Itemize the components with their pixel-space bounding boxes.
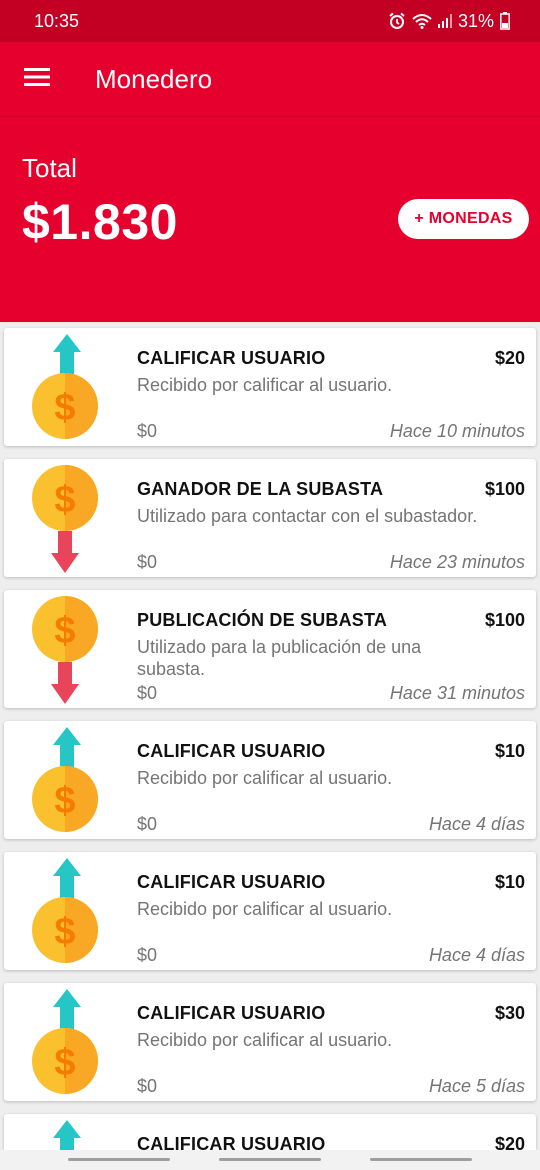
menu-button[interactable] xyxy=(0,42,74,116)
transaction-amount: $10 xyxy=(494,872,525,892)
system-navigation-bar xyxy=(0,1150,540,1170)
coin-arrow-up-icon: $ xyxy=(28,334,106,442)
transaction-time: Hace 23 minutos xyxy=(389,552,525,572)
battery-icon xyxy=(500,12,510,30)
svg-text:$: $ xyxy=(54,911,75,953)
transaction-card[interactable]: $ GANADOR DE LA SUBASTA $100 Utilizado p… xyxy=(4,459,536,577)
transaction-balance: $0 xyxy=(137,1076,158,1096)
transaction-time: Hace 4 días xyxy=(428,814,525,834)
transaction-amount: $20 xyxy=(494,348,525,368)
svg-text:$: $ xyxy=(54,387,75,429)
svg-text:$: $ xyxy=(54,479,75,521)
transaction-card[interactable]: $ CALIFICAR USUARIO $20 Recibido por cal… xyxy=(4,328,536,446)
svg-text:$: $ xyxy=(54,780,75,822)
transaction-title: PUBLICACIÓN DE SUBASTA xyxy=(137,610,388,630)
status-bar: 10:35 31% xyxy=(0,0,540,42)
transaction-title: CALIFICAR USUARIO xyxy=(137,1134,326,1150)
coin-arrow-up-icon: $ xyxy=(28,989,106,1097)
transaction-balance: $0 xyxy=(137,421,158,441)
transaction-description: Recibido por calificar al usuario. xyxy=(137,899,393,919)
transaction-card[interactable]: $ CALIFICAR USUARIO $10 Recibido por cal… xyxy=(4,721,536,839)
total-amount: $1.830 xyxy=(22,194,178,250)
status-icons: 31% xyxy=(388,11,510,32)
nav-recents-handle[interactable] xyxy=(68,1158,170,1161)
transaction-card[interactable]: CALIFICAR USUARIO $20 xyxy=(4,1114,536,1150)
transaction-card[interactable]: $ CALIFICAR USUARIO $30 Recibido por cal… xyxy=(4,983,536,1101)
svg-text:$: $ xyxy=(54,1042,75,1084)
coin-arrow-up-icon: $ xyxy=(28,727,106,835)
transaction-time: Hace 31 minutos xyxy=(389,683,525,703)
coin-arrow-up-icon xyxy=(28,1120,106,1150)
signal-icon xyxy=(437,14,452,28)
transaction-card[interactable]: $ CALIFICAR USUARIO $10 Recibido por cal… xyxy=(4,852,536,970)
transaction-time: Hace 4 días xyxy=(428,945,525,965)
transaction-title: CALIFICAR USUARIO xyxy=(137,1003,326,1023)
hamburger-menu-icon xyxy=(24,67,50,92)
status-time: 10:35 xyxy=(34,10,80,31)
transaction-amount: $100 xyxy=(484,479,525,499)
transaction-title: CALIFICAR USUARIO xyxy=(137,348,326,368)
transaction-time: Hace 5 días xyxy=(428,1076,525,1096)
transaction-balance: $0 xyxy=(137,814,158,834)
coin-arrow-down-icon: $ xyxy=(28,465,106,573)
transaction-amount: $100 xyxy=(484,610,525,630)
battery-text: 31% xyxy=(457,10,494,31)
transaction-card[interactable]: $ PUBLICACIÓN DE SUBASTA $100 Utilizado … xyxy=(4,590,536,708)
transaction-balance: $0 xyxy=(137,945,158,965)
add-coins-button[interactable]: + MONEDAS xyxy=(398,199,529,239)
transaction-description: Recibido por calificar al usuario. xyxy=(137,375,393,395)
coin-arrow-down-icon: $ xyxy=(28,596,106,704)
transaction-title: GANADOR DE LA SUBASTA xyxy=(137,479,384,499)
transaction-amount: $10 xyxy=(494,741,525,761)
transaction-title: CALIFICAR USUARIO xyxy=(137,741,326,761)
wifi-icon xyxy=(412,13,432,29)
page-title: Monedero xyxy=(95,63,213,94)
transaction-balance: $0 xyxy=(137,683,158,703)
transaction-description: Recibido por calificar al usuario. xyxy=(137,1030,393,1050)
transaction-balance: $0 xyxy=(137,552,158,572)
transaction-time: Hace 10 minutos xyxy=(389,421,525,441)
transaction-description: Utilizado para contactar con el subastad… xyxy=(137,506,478,526)
app-bar: Monedero xyxy=(0,42,540,116)
coin-arrow-up-icon: $ xyxy=(28,858,106,966)
wallet-header: Total $1.830 + MONEDAS xyxy=(0,117,540,322)
nav-back-handle[interactable] xyxy=(370,1158,472,1161)
alarm-icon xyxy=(388,12,406,30)
nav-home-handle[interactable] xyxy=(219,1158,321,1161)
transaction-amount: $30 xyxy=(494,1003,525,1023)
transaction-description: Utilizado para la publicación de una sub… xyxy=(137,637,422,679)
svg-text:$: $ xyxy=(54,610,75,652)
transaction-title: CALIFICAR USUARIO xyxy=(137,872,326,892)
total-label: Total xyxy=(22,153,77,183)
transaction-description: Recibido por calificar al usuario. xyxy=(137,768,393,788)
transaction-amount: $20 xyxy=(494,1134,525,1150)
